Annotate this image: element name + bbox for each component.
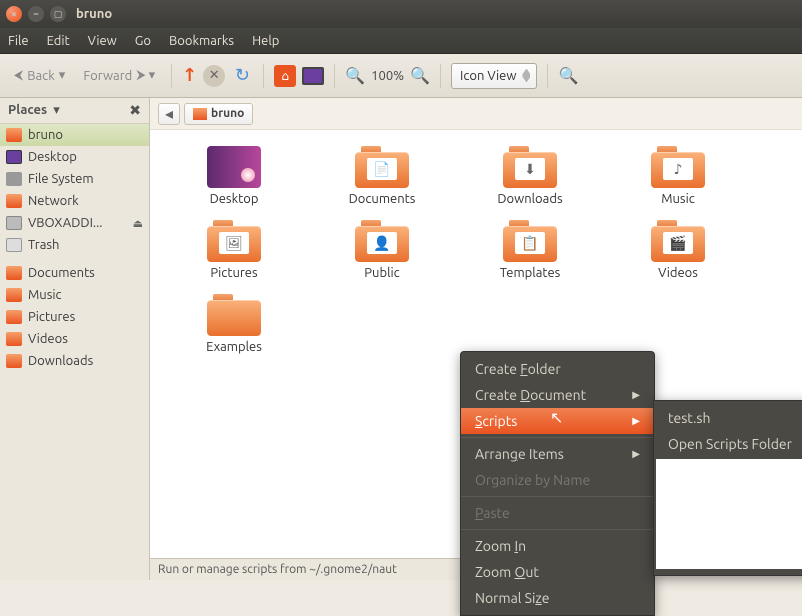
- window-close-button[interactable]: ×: [6, 6, 22, 22]
- folder-icon: ♪: [651, 146, 705, 188]
- sidebar-header: Places ▾ ✖: [0, 98, 149, 124]
- ctx-scripts[interactable]: Scripts▶: [461, 408, 654, 434]
- path-crumb-home[interactable]: bruno: [184, 103, 253, 125]
- zoom-level: 100%: [371, 69, 404, 83]
- trash-icon: [6, 238, 22, 252]
- computer-button[interactable]: [302, 67, 324, 85]
- file-public[interactable]: 👤Public: [308, 220, 456, 294]
- sidebar-item-downloads[interactable]: Downloads: [0, 350, 149, 372]
- sidebar: Places ▾ ✖ bruno Desktop File System Net…: [0, 98, 150, 580]
- sidebar-item-videos[interactable]: Videos: [0, 328, 149, 350]
- file-documents[interactable]: 📄Documents: [308, 146, 456, 220]
- sidebar-item-music[interactable]: Music: [0, 284, 149, 306]
- context-menu: Create Folder Create Document▶ Scripts▶ …: [460, 351, 655, 616]
- window-maximize-button[interactable]: ▢: [50, 6, 66, 22]
- folder-icon: [6, 266, 22, 280]
- sidebar-item-home[interactable]: bruno: [0, 124, 149, 146]
- separator: [171, 64, 172, 88]
- toolbar: ⮜ Back ▾ Forward ⮞ ▾ ↑ ✕ ↻ ⌂ 🔍 100% 🔍 Ic…: [0, 54, 802, 98]
- ctx-organize-by-name: Organize by Name: [461, 467, 654, 493]
- menu-go[interactable]: Go: [135, 34, 151, 48]
- home-button[interactable]: ⌂: [274, 65, 296, 87]
- menu-view[interactable]: View: [88, 34, 117, 48]
- path-history-button[interactable]: ◂: [158, 103, 180, 125]
- folder-icon: 🖼: [207, 220, 261, 262]
- submenu-blank-area: [656, 459, 802, 569]
- folder-icon: [207, 294, 261, 336]
- sidebar-item-documents[interactable]: Documents: [0, 262, 149, 284]
- folder-icon: 🎬: [651, 220, 705, 262]
- menu-help[interactable]: Help: [252, 34, 279, 48]
- file-templates[interactable]: 📋Templates: [456, 220, 604, 294]
- back-button[interactable]: ⮜ Back ▾: [8, 64, 71, 87]
- folder-icon: [6, 288, 22, 302]
- ctx-zoom-in[interactable]: Zoom In: [461, 533, 654, 559]
- file-music[interactable]: ♪Music: [604, 146, 752, 220]
- scripts-submenu: test.sh Open Scripts Folder: [653, 400, 802, 576]
- file-desktop[interactable]: Desktop: [160, 146, 308, 220]
- sidebar-item-pictures[interactable]: Pictures: [0, 306, 149, 328]
- sidebar-item-network[interactable]: Network: [0, 190, 149, 212]
- cd-icon: [6, 216, 22, 230]
- sidebar-item-vboxadditions[interactable]: VBOXADDI...⏏: [0, 212, 149, 234]
- home-icon: [6, 128, 22, 142]
- ctx-zoom-out[interactable]: Zoom Out: [461, 559, 654, 585]
- ctx-normal-size[interactable]: Normal Size: [461, 585, 654, 611]
- reload-button[interactable]: ↻: [231, 65, 253, 87]
- window-minimize-button[interactable]: –: [28, 6, 44, 22]
- sidebar-item-trash[interactable]: Trash: [0, 234, 149, 256]
- ctx-paste: Paste: [461, 500, 654, 526]
- separator: [263, 64, 264, 88]
- desktop-folder-icon: [207, 146, 261, 188]
- submenu-test-sh[interactable]: test.sh: [654, 405, 802, 431]
- menubar: File Edit View Go Bookmarks Help: [0, 28, 802, 54]
- up-button[interactable]: ↑: [182, 65, 197, 86]
- folder-icon: ⬇: [503, 146, 557, 188]
- separator: [334, 64, 335, 88]
- eject-icon[interactable]: ⏏: [133, 217, 143, 230]
- separator: [461, 529, 654, 530]
- home-icon: [193, 108, 207, 120]
- folder-icon: 👤: [355, 220, 409, 262]
- sidebar-item-desktop[interactable]: Desktop: [0, 146, 149, 168]
- folder-icon: 📄: [355, 146, 409, 188]
- sidebar-item-filesystem[interactable]: File System: [0, 168, 149, 190]
- view-mode-select[interactable]: Icon View: [451, 63, 537, 89]
- ctx-create-folder[interactable]: Create Folder: [461, 356, 654, 382]
- file-examples[interactable]: Examples: [160, 294, 308, 368]
- menu-file[interactable]: File: [8, 34, 29, 48]
- separator: [461, 437, 654, 438]
- zoom-out-icon[interactable]: 🔍: [345, 66, 365, 85]
- menu-edit[interactable]: Edit: [47, 34, 70, 48]
- separator: [547, 64, 548, 88]
- titlebar: × – ▢ bruno: [0, 0, 802, 28]
- folder-icon: [6, 332, 22, 346]
- file-downloads[interactable]: ⬇Downloads: [456, 146, 604, 220]
- search-button[interactable]: 🔍: [558, 66, 578, 85]
- zoom-in-icon[interactable]: 🔍: [410, 66, 430, 85]
- forward-button[interactable]: Forward ⮞ ▾: [77, 64, 161, 87]
- folder-icon: [6, 310, 22, 324]
- file-pictures[interactable]: 🖼Pictures: [160, 220, 308, 294]
- file-videos[interactable]: 🎬Videos: [604, 220, 752, 294]
- pathbar: ◂ bruno: [150, 98, 802, 130]
- folder-icon: 📋: [503, 220, 557, 262]
- separator: [440, 64, 441, 88]
- menu-bookmarks[interactable]: Bookmarks: [169, 34, 234, 48]
- close-sidebar-icon[interactable]: ✖: [129, 102, 141, 119]
- drive-icon: [6, 172, 22, 186]
- stop-button[interactable]: ✕: [203, 65, 225, 87]
- window-title: bruno: [76, 7, 112, 21]
- desktop-icon: [6, 150, 22, 164]
- ctx-create-document[interactable]: Create Document▶: [461, 382, 654, 408]
- network-icon: [6, 194, 22, 208]
- submenu-open-scripts-folder[interactable]: Open Scripts Folder: [654, 431, 802, 457]
- folder-icon: [6, 354, 22, 368]
- ctx-arrange-items[interactable]: Arrange Items▶: [461, 441, 654, 467]
- separator: [461, 496, 654, 497]
